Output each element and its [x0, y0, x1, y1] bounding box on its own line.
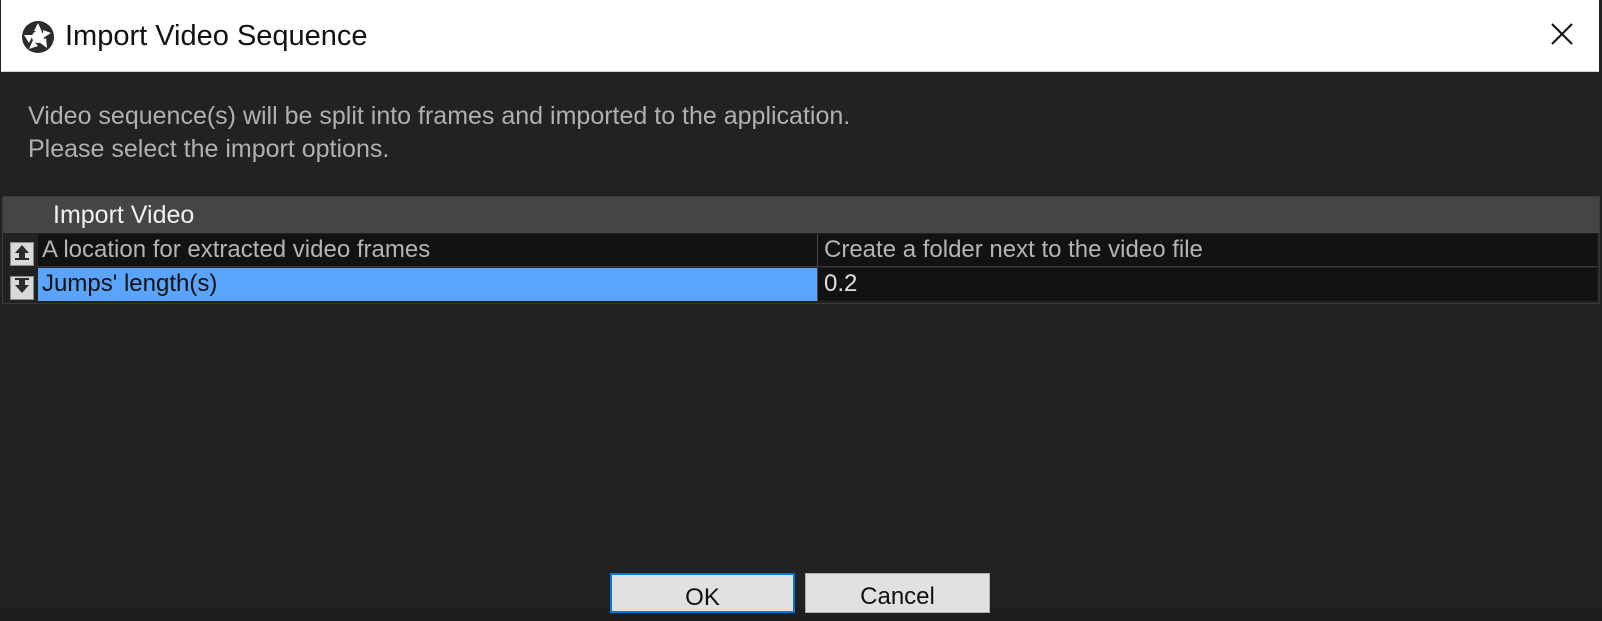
- description-line-2: Please select the import options.: [28, 135, 390, 163]
- cancel-button[interactable]: Cancel: [805, 573, 990, 613]
- dialog-description: Video sequence(s) will be split into fra…: [28, 100, 850, 166]
- close-icon: [1550, 22, 1574, 51]
- property-name[interactable]: A location for extracted video frames: [38, 234, 818, 267]
- description-line-1: Video sequence(s) will be split into fra…: [28, 102, 851, 130]
- title-bar[interactable]: Import Video Sequence: [1, 0, 1599, 72]
- import-video-dialog: Import Video Sequence Video sequence(s) …: [0, 0, 1602, 613]
- property-name-selected[interactable]: Jumps' length(s): [38, 268, 818, 301]
- property-group-header[interactable]: Import Video: [3, 197, 1599, 233]
- property-row-location[interactable]: A location for extracted video frames Cr…: [3, 234, 1599, 267]
- property-group-title: Import Video: [53, 201, 195, 229]
- ok-button[interactable]: OK: [610, 573, 795, 613]
- property-value-editor[interactable]: [818, 268, 1597, 301]
- dialog-title: Import Video Sequence: [65, 20, 368, 52]
- move-down-button[interactable]: [10, 276, 34, 300]
- property-value[interactable]: Create a folder next to the video file: [818, 234, 1597, 267]
- property-grid: Import Video A location for extracted vi…: [2, 196, 1600, 304]
- jumps-length-input[interactable]: [824, 268, 1584, 300]
- move-up-button[interactable]: [10, 242, 34, 266]
- arrow-down-icon: [13, 277, 31, 300]
- close-button[interactable]: [1537, 13, 1587, 59]
- arrow-up-icon: [13, 243, 31, 266]
- property-row-jumps-length[interactable]: Jumps' length(s): [3, 268, 1599, 301]
- aperture-icon: [20, 19, 56, 55]
